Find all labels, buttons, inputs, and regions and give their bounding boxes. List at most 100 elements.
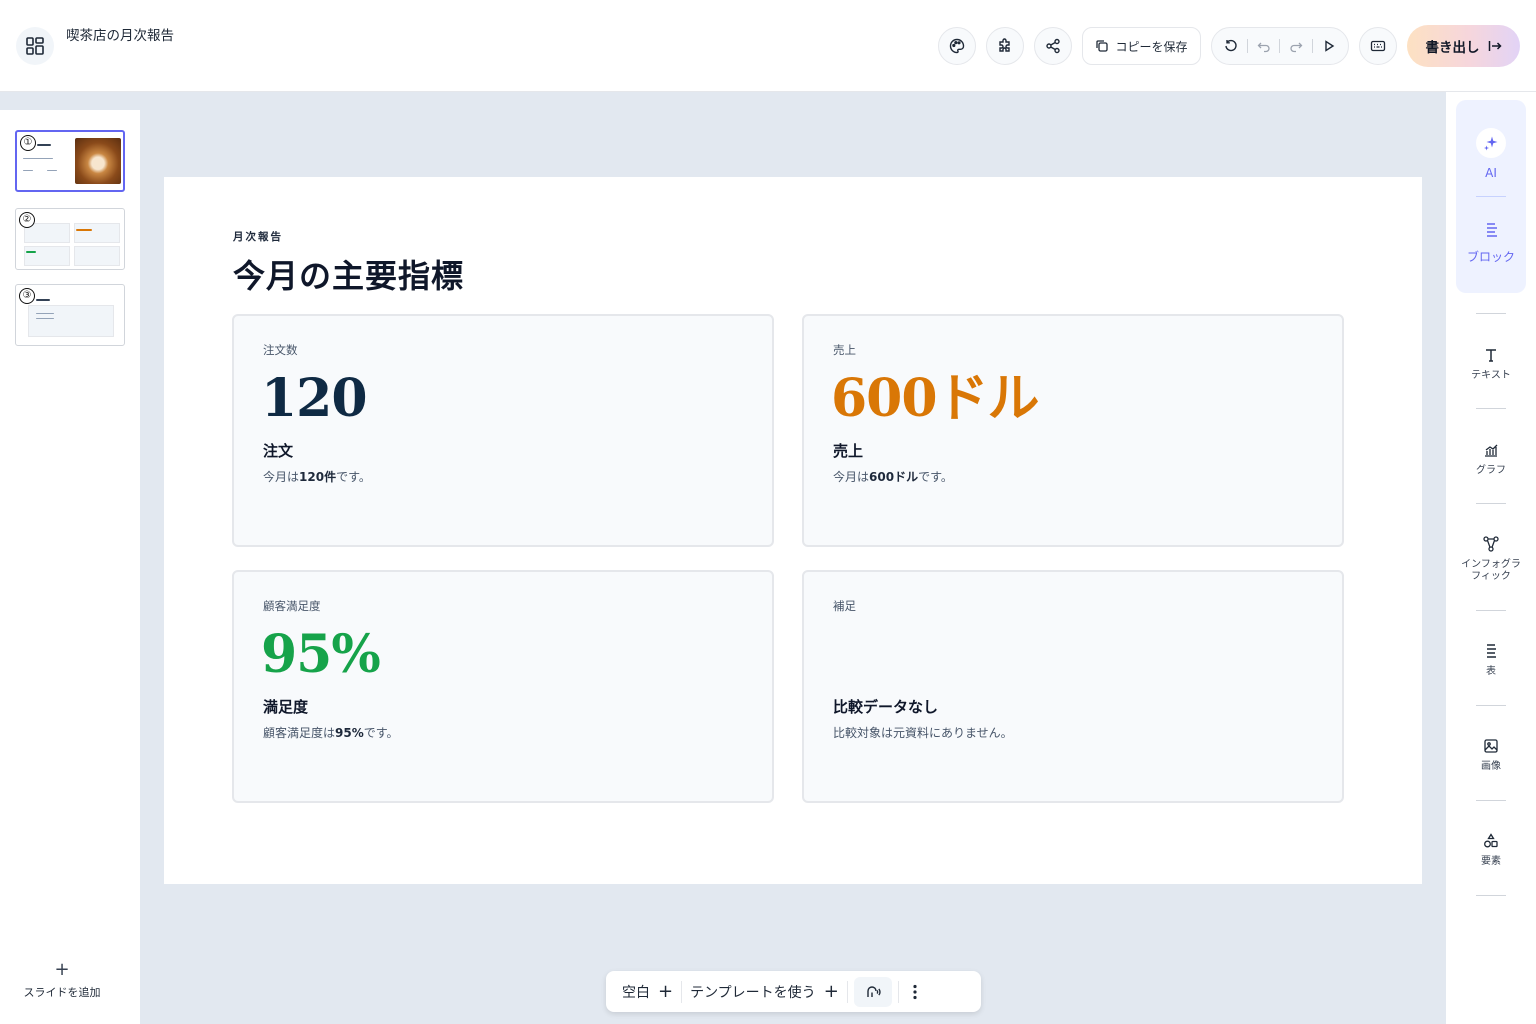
copy-save-button[interactable]: コピーを保存 xyxy=(1082,27,1201,65)
add-slide-label: スライドを追加 xyxy=(23,986,101,999)
metric-card-sales[interactable]: 売上 600ドル 売上 今月は600ドルです。 xyxy=(802,314,1344,547)
thumb-card xyxy=(24,246,70,266)
add-slide-button[interactable]: + スライドを追加 xyxy=(0,960,124,1000)
block-label[interactable]: ブロック xyxy=(1456,248,1526,265)
slide-number: ① xyxy=(20,135,36,151)
use-template-button[interactable]: テンプレートを使う + xyxy=(682,971,847,1012)
metric-card-satisfaction[interactable]: 顧客満足度 95% 満足度 顧客満足度は95%です。 xyxy=(232,570,774,803)
metric-card-orders[interactable]: 注文数 120 注文 今月は120件です。 xyxy=(232,314,774,547)
home-grid-button[interactable] xyxy=(16,27,54,65)
infographic-icon xyxy=(1483,536,1499,552)
export-label: 書き出し xyxy=(1425,40,1480,56)
slide-number: ② xyxy=(19,212,35,228)
divider xyxy=(1279,39,1281,53)
plus-icon: + xyxy=(658,980,674,1002)
slide-title[interactable]: 今月の主要指標 xyxy=(233,251,464,297)
card-subtitle: 売上 xyxy=(833,442,864,460)
divider xyxy=(1476,895,1506,896)
copy-icon xyxy=(1096,40,1109,52)
desc-text: 今月は xyxy=(263,470,300,484)
slide-thumbnail-3[interactable]: ③ xyxy=(15,284,125,346)
grid-icon xyxy=(26,37,44,55)
thumb-text-line xyxy=(36,313,54,314)
metric-card-note[interactable]: 補足 比較データなし 比較対象は元資料にありません。 xyxy=(802,570,1344,803)
desc-text: です。 xyxy=(363,726,399,740)
copy-save-label: コピーを保存 xyxy=(1115,39,1188,54)
tool-chart[interactable]: グラフ xyxy=(1446,441,1536,477)
thumb-text-line xyxy=(47,170,57,171)
top-bar: 喫茶店の月次報告 コピーを保存 書き出し xyxy=(0,0,1536,92)
redo-icon[interactable] xyxy=(1289,39,1303,53)
card-label: 注文数 xyxy=(263,343,298,357)
image-icon xyxy=(1484,739,1498,753)
voice-icon xyxy=(867,985,881,997)
export-button[interactable]: 書き出し xyxy=(1407,25,1520,67)
document-title[interactable]: 喫茶店の月次報告 xyxy=(66,26,176,46)
divider xyxy=(1311,39,1313,53)
slide-canvas[interactable]: 月次報告 今月の主要指標 注文数 120 注文 今月は120件です。 売上 60… xyxy=(164,177,1422,884)
more-options-button[interactable] xyxy=(899,971,931,1012)
divider xyxy=(1476,196,1506,197)
keyboard-icon xyxy=(1370,40,1386,52)
history-controls xyxy=(1211,27,1349,65)
ai-label[interactable]: AI xyxy=(1456,166,1526,180)
tools-panel: AI ブロック テキスト グラフ インフォグラフィック 表 画像 要素 xyxy=(1446,92,1536,1024)
slide-thumbnail-1[interactable]: ① xyxy=(15,130,125,192)
thumb-value-line xyxy=(76,229,92,231)
tool-text[interactable]: テキスト xyxy=(1446,346,1536,382)
tool-image[interactable]: 画像 xyxy=(1446,737,1536,773)
card-description: 顧客満足度は95%です。 xyxy=(263,724,399,741)
thumb-box xyxy=(28,305,114,337)
slide-thumbnail-2[interactable]: ② xyxy=(15,208,125,270)
card-description: 比較対象は元資料にありません。 xyxy=(833,724,1013,741)
theme-button[interactable] xyxy=(938,27,976,65)
keyboard-shortcuts-button[interactable] xyxy=(1359,27,1397,65)
tool-elements[interactable]: 要素 xyxy=(1446,832,1536,868)
tool-label: 要素 xyxy=(1481,856,1501,867)
undo-icon[interactable] xyxy=(1257,39,1271,53)
reset-icon[interactable] xyxy=(1224,39,1238,53)
tool-table[interactable]: 表 xyxy=(1446,642,1536,678)
slide-eyebrow[interactable]: 月次報告 xyxy=(233,229,283,244)
thumb-title-line xyxy=(37,144,51,146)
voice-button[interactable] xyxy=(853,976,892,1007)
play-icon[interactable] xyxy=(1322,39,1336,53)
card-value: 120 xyxy=(261,368,368,429)
desc-bold: 95% xyxy=(335,726,364,740)
card-subtitle: 比較データなし xyxy=(833,698,939,716)
thumb-card xyxy=(74,223,120,243)
thumb-title-line xyxy=(36,299,50,301)
card-subtitle: 満足度 xyxy=(263,698,309,716)
thumb-card xyxy=(74,246,120,266)
share-icon xyxy=(1046,38,1060,54)
tool-label: 画像 xyxy=(1481,761,1501,772)
plugins-button[interactable] xyxy=(986,27,1024,65)
tool-label: インフォグラフィック xyxy=(1461,559,1521,582)
thumb-value-line xyxy=(26,251,36,253)
card-description: 今月は600ドルです。 xyxy=(833,468,953,485)
divider xyxy=(1476,800,1506,801)
desc-text: です。 xyxy=(336,470,371,484)
divider xyxy=(1476,610,1506,611)
shapes-icon xyxy=(1484,833,1498,848)
thumb-latte-image xyxy=(75,138,121,184)
sparkle-icon xyxy=(1484,136,1498,151)
ai-block-group: AI ブロック xyxy=(1456,100,1526,293)
table-icon xyxy=(1487,644,1496,658)
bottom-toolbar: 空白 + テンプレートを使う + xyxy=(606,971,981,1012)
slides-panel: ① ② ③ + スライドを追加 xyxy=(0,110,140,1024)
tool-infographic[interactable]: インフォグラフィック xyxy=(1446,535,1536,583)
tool-label: 表 xyxy=(1486,666,1496,677)
desc-text: 顧客満足度は xyxy=(263,726,336,740)
share-button[interactable] xyxy=(1034,27,1072,65)
blocks-icon[interactable] xyxy=(1481,222,1501,238)
divider xyxy=(1476,313,1506,314)
ai-button[interactable] xyxy=(1476,128,1506,158)
tool-label: グラフ xyxy=(1476,465,1506,476)
divider xyxy=(1476,408,1506,409)
add-blank-button[interactable]: 空白 + xyxy=(614,971,681,1012)
card-description: 今月は120件です。 xyxy=(263,468,371,485)
desc-bold: 600ドル xyxy=(869,470,919,484)
slide-number: ③ xyxy=(19,288,35,304)
card-label: 補足 xyxy=(833,599,856,613)
